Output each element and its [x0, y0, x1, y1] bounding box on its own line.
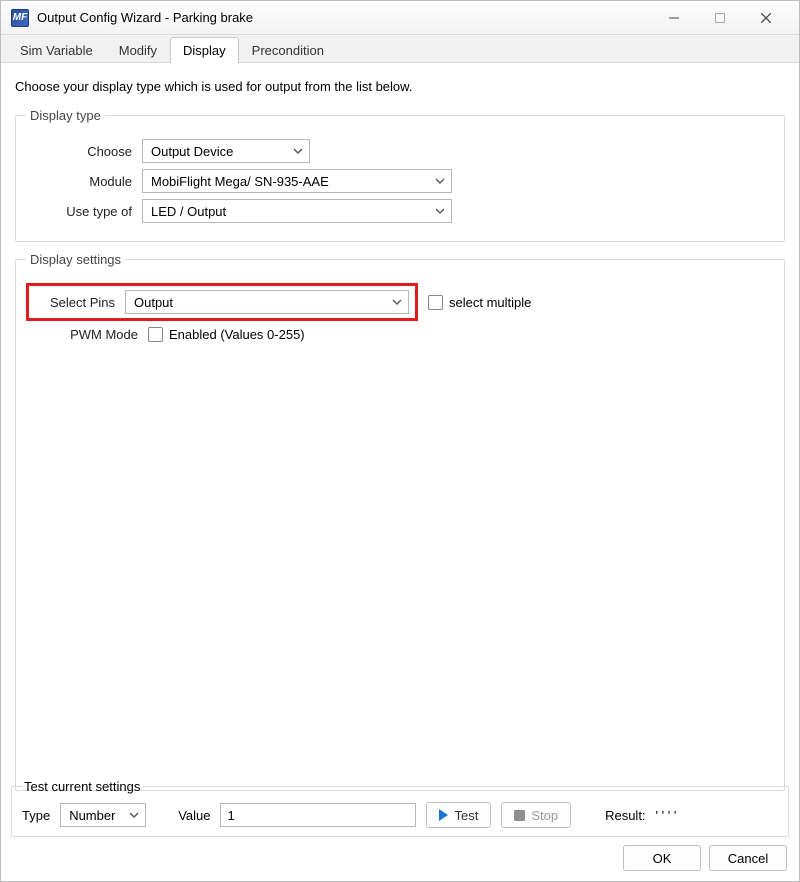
test-settings-legend: Test current settings [22, 779, 142, 794]
select-pins-label: Select Pins [35, 295, 125, 310]
display-settings-legend: Display settings [26, 252, 125, 267]
ok-button[interactable]: OK [623, 845, 701, 871]
tab-precondition[interactable]: Precondition [239, 37, 337, 63]
instruction-text: Choose your display type which is used f… [15, 79, 785, 94]
tab-content: Choose your display type which is used f… [1, 63, 799, 807]
chevron-down-icon [129, 810, 139, 820]
test-type-combo[interactable]: Number [60, 803, 146, 827]
pwm-mode-checkbox-label: Enabled (Values 0-255) [169, 327, 305, 342]
settings-empty-area [26, 348, 774, 778]
choose-combo[interactable]: Output Device [142, 139, 310, 163]
module-value: MobiFlight Mega/ SN-935-AAE [151, 174, 329, 189]
select-multiple-label: select multiple [449, 295, 531, 310]
titlebar: MF Output Config Wizard - Parking brake [1, 1, 799, 35]
choose-label: Choose [26, 144, 142, 159]
test-button[interactable]: Test [426, 802, 491, 828]
select-pins-value: Output [134, 295, 173, 310]
tabs: Sim Variable Modify Display Precondition [1, 35, 799, 63]
test-type-value: Number [69, 808, 115, 823]
chevron-down-icon [392, 297, 402, 307]
stop-button-label: Stop [531, 808, 558, 823]
play-icon [439, 809, 448, 821]
display-type-legend: Display type [26, 108, 105, 123]
tab-modify[interactable]: Modify [106, 37, 170, 63]
test-button-label: Test [454, 808, 478, 823]
close-button[interactable] [743, 4, 789, 32]
tab-display[interactable]: Display [170, 37, 239, 63]
result-value: ' ' ' ' [656, 808, 677, 823]
result-label: Result: [605, 808, 645, 823]
window-title: Output Config Wizard - Parking brake [37, 10, 253, 25]
test-type-label: Type [22, 808, 50, 823]
module-combo[interactable]: MobiFlight Mega/ SN-935-AAE [142, 169, 452, 193]
app-icon: MF [11, 9, 29, 27]
choose-value: Output Device [151, 144, 233, 159]
module-label: Module [26, 174, 142, 189]
select-pins-highlight: Select Pins Output [26, 283, 418, 321]
usetype-combo[interactable]: LED / Output [142, 199, 452, 223]
test-value-label: Value [178, 808, 210, 823]
test-settings-group: Test current settings Type Number Value … [11, 779, 789, 837]
usetype-value: LED / Output [151, 204, 226, 219]
chevron-down-icon [293, 146, 303, 156]
chevron-down-icon [435, 206, 445, 216]
cancel-button[interactable]: Cancel [709, 845, 787, 871]
dialog-buttons: OK Cancel [623, 845, 787, 871]
chevron-down-icon [435, 176, 445, 186]
minimize-button[interactable] [651, 4, 697, 32]
pwm-mode-label: PWM Mode [26, 327, 148, 342]
stop-button[interactable]: Stop [501, 802, 571, 828]
test-value-input[interactable] [220, 803, 416, 827]
display-settings-group: Display settings Select Pins Output sele… [15, 252, 785, 791]
maximize-button[interactable] [697, 4, 743, 32]
usetype-label: Use type of [26, 204, 142, 219]
select-multiple-checkbox[interactable] [428, 295, 443, 310]
select-pins-combo[interactable]: Output [125, 290, 409, 314]
display-type-group: Display type Choose Output Device Module… [15, 108, 785, 242]
tab-sim-variable[interactable]: Sim Variable [7, 37, 106, 63]
pwm-mode-checkbox[interactable] [148, 327, 163, 342]
stop-icon [514, 810, 525, 821]
